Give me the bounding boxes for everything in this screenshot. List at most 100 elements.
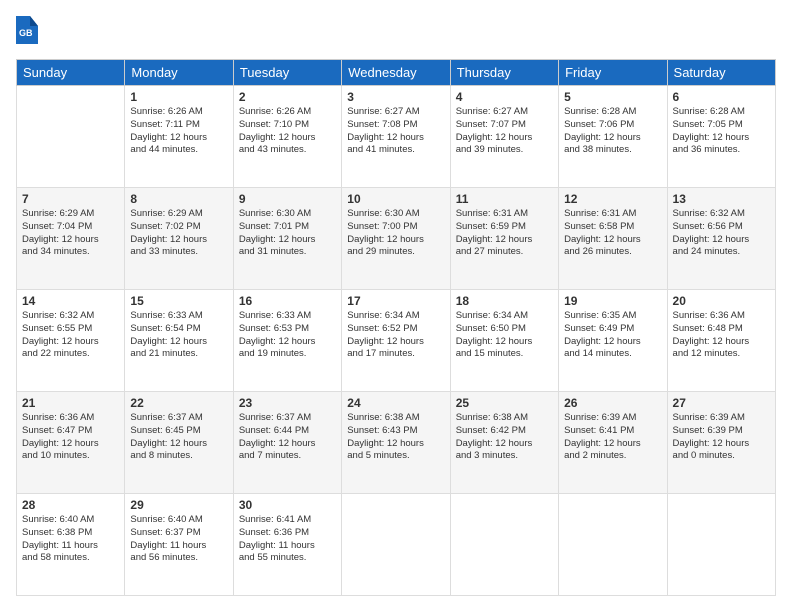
- calendar-week-row: 1Sunrise: 6:26 AM Sunset: 7:11 PM Daylig…: [17, 86, 776, 188]
- day-info: Sunrise: 6:28 AM Sunset: 7:05 PM Dayligh…: [673, 106, 770, 157]
- day-number: 25: [456, 396, 553, 410]
- day-number: 16: [239, 294, 336, 308]
- calendar-header-friday: Friday: [559, 60, 667, 86]
- calendar-cell: 16 Sunrise: 6:33 AM Sunset: 6:53 PM Dayli…: [233, 290, 341, 392]
- calendar-header-thursday: Thursday: [450, 60, 558, 86]
- day-info: Sunrise: 6:26 AM Sunset: 7:10 PM Dayligh…: [239, 106, 336, 157]
- day-number: 19: [564, 294, 661, 308]
- calendar-cell: 8 Sunrise: 6:29 AM Sunset: 7:02 PM Daylig…: [125, 188, 233, 290]
- calendar-header-row: SundayMondayTuesdayWednesdayThursdayFrid…: [17, 60, 776, 86]
- day-number: 5: [564, 90, 661, 104]
- day-info: Sunrise: 6:32 AM Sunset: 6:55 PM Dayligh…: [22, 310, 119, 361]
- calendar-cell: [667, 494, 775, 596]
- day-info: Sunrise: 6:33 AM Sunset: 6:53 PM Dayligh…: [239, 310, 336, 361]
- calendar-cell: 7 Sunrise: 6:29 AM Sunset: 7:04 PM Daylig…: [17, 188, 125, 290]
- day-number: 30: [239, 498, 336, 512]
- day-number: 10: [347, 192, 444, 206]
- day-info: Sunrise: 6:34 AM Sunset: 6:50 PM Dayligh…: [456, 310, 553, 361]
- page: GB SundayMondayTuesdayWednesdayThursdayF…: [0, 0, 792, 612]
- calendar-week-row: 28 Sunrise: 6:40 AM Sunset: 6:38 PM Dayli…: [17, 494, 776, 596]
- day-info: Sunrise: 6:35 AM Sunset: 6:49 PM Dayligh…: [564, 310, 661, 361]
- day-number: 28: [22, 498, 119, 512]
- day-info: Sunrise: 6:37 AM Sunset: 6:45 PM Dayligh…: [130, 412, 227, 463]
- calendar-header-saturday: Saturday: [667, 60, 775, 86]
- calendar-cell: 5Sunrise: 6:28 AM Sunset: 7:06 PM Daylig…: [559, 86, 667, 188]
- calendar-cell: 12 Sunrise: 6:31 AM Sunset: 6:58 PM Dayli…: [559, 188, 667, 290]
- calendar-cell: 23 Sunrise: 6:37 AM Sunset: 6:44 PM Dayli…: [233, 392, 341, 494]
- day-number: 26: [564, 396, 661, 410]
- calendar-cell: 2 Sunrise: 6:26 AM Sunset: 7:10 PM Daylig…: [233, 86, 341, 188]
- day-info: Sunrise: 6:33 AM Sunset: 6:54 PM Dayligh…: [130, 310, 227, 361]
- day-number: 18: [456, 294, 553, 308]
- header: GB: [16, 16, 776, 49]
- calendar-header-sunday: Sunday: [17, 60, 125, 86]
- logo-icon: GB: [16, 16, 38, 44]
- calendar-cell: 28 Sunrise: 6:40 AM Sunset: 6:38 PM Dayli…: [17, 494, 125, 596]
- day-number: 6: [673, 90, 770, 104]
- calendar-cell: 18 Sunrise: 6:34 AM Sunset: 6:50 PM Dayli…: [450, 290, 558, 392]
- day-number: 4: [456, 90, 553, 104]
- logo: GB: [16, 16, 42, 49]
- day-number: 20: [673, 294, 770, 308]
- day-number: 21: [22, 396, 119, 410]
- day-number: 17: [347, 294, 444, 308]
- day-number: 15: [130, 294, 227, 308]
- calendar-cell: [559, 494, 667, 596]
- day-info: Sunrise: 6:40 AM Sunset: 6:38 PM Dayligh…: [22, 514, 119, 565]
- calendar-cell: 29Sunrise: 6:40 AM Sunset: 6:37 PM Dayli…: [125, 494, 233, 596]
- day-info: Sunrise: 6:29 AM Sunset: 7:02 PM Dayligh…: [130, 208, 227, 259]
- calendar-cell: 19 Sunrise: 6:35 AM Sunset: 6:49 PM Dayli…: [559, 290, 667, 392]
- day-number: 8: [130, 192, 227, 206]
- calendar-cell: 15 Sunrise: 6:33 AM Sunset: 6:54 PM Dayli…: [125, 290, 233, 392]
- calendar-cell: 14Sunrise: 6:32 AM Sunset: 6:55 PM Dayli…: [17, 290, 125, 392]
- day-info: Sunrise: 6:39 AM Sunset: 6:39 PM Dayligh…: [673, 412, 770, 463]
- calendar-week-row: 14Sunrise: 6:32 AM Sunset: 6:55 PM Dayli…: [17, 290, 776, 392]
- day-info: Sunrise: 6:38 AM Sunset: 6:42 PM Dayligh…: [456, 412, 553, 463]
- day-number: 22: [130, 396, 227, 410]
- calendar-cell: 21 Sunrise: 6:36 AM Sunset: 6:47 PM Dayli…: [17, 392, 125, 494]
- calendar-cell: 27Sunrise: 6:39 AM Sunset: 6:39 PM Dayli…: [667, 392, 775, 494]
- day-number: 1: [130, 90, 227, 104]
- day-number: 24: [347, 396, 444, 410]
- calendar-cell: 9 Sunrise: 6:30 AM Sunset: 7:01 PM Daylig…: [233, 188, 341, 290]
- day-info: Sunrise: 6:31 AM Sunset: 6:58 PM Dayligh…: [564, 208, 661, 259]
- calendar-cell: 25 Sunrise: 6:38 AM Sunset: 6:42 PM Dayli…: [450, 392, 558, 494]
- day-number: 9: [239, 192, 336, 206]
- calendar-cell: 22 Sunrise: 6:37 AM Sunset: 6:45 PM Dayli…: [125, 392, 233, 494]
- calendar-header-monday: Monday: [125, 60, 233, 86]
- day-info: Sunrise: 6:32 AM Sunset: 6:56 PM Dayligh…: [673, 208, 770, 259]
- day-number: 2: [239, 90, 336, 104]
- day-info: Sunrise: 6:31 AM Sunset: 6:59 PM Dayligh…: [456, 208, 553, 259]
- svg-text:GB: GB: [19, 28, 33, 38]
- calendar-cell: 20 Sunrise: 6:36 AM Sunset: 6:48 PM Dayli…: [667, 290, 775, 392]
- day-info: Sunrise: 6:38 AM Sunset: 6:43 PM Dayligh…: [347, 412, 444, 463]
- day-number: 29: [130, 498, 227, 512]
- day-info: Sunrise: 6:36 AM Sunset: 6:48 PM Dayligh…: [673, 310, 770, 361]
- day-info: Sunrise: 6:36 AM Sunset: 6:47 PM Dayligh…: [22, 412, 119, 463]
- day-number: 7: [22, 192, 119, 206]
- calendar-cell: 17 Sunrise: 6:34 AM Sunset: 6:52 PM Dayli…: [342, 290, 450, 392]
- day-info: Sunrise: 6:30 AM Sunset: 7:01 PM Dayligh…: [239, 208, 336, 259]
- calendar-cell: [450, 494, 558, 596]
- calendar-cell: 10Sunrise: 6:30 AM Sunset: 7:00 PM Dayli…: [342, 188, 450, 290]
- calendar-week-row: 7 Sunrise: 6:29 AM Sunset: 7:04 PM Daylig…: [17, 188, 776, 290]
- calendar-cell: 13 Sunrise: 6:32 AM Sunset: 6:56 PM Dayli…: [667, 188, 775, 290]
- calendar-cell: 1Sunrise: 6:26 AM Sunset: 7:11 PM Daylig…: [125, 86, 233, 188]
- calendar-header-tuesday: Tuesday: [233, 60, 341, 86]
- day-number: 13: [673, 192, 770, 206]
- calendar-cell: 24 Sunrise: 6:38 AM Sunset: 6:43 PM Dayli…: [342, 392, 450, 494]
- day-info: Sunrise: 6:34 AM Sunset: 6:52 PM Dayligh…: [347, 310, 444, 361]
- calendar-cell: 11 Sunrise: 6:31 AM Sunset: 6:59 PM Dayli…: [450, 188, 558, 290]
- day-info: Sunrise: 6:27 AM Sunset: 7:08 PM Dayligh…: [347, 106, 444, 157]
- day-info: Sunrise: 6:29 AM Sunset: 7:04 PM Dayligh…: [22, 208, 119, 259]
- day-number: 12: [564, 192, 661, 206]
- calendar-cell: [342, 494, 450, 596]
- day-info: Sunrise: 6:37 AM Sunset: 6:44 PM Dayligh…: [239, 412, 336, 463]
- calendar-cell: 3 Sunrise: 6:27 AM Sunset: 7:08 PM Daylig…: [342, 86, 450, 188]
- day-number: 11: [456, 192, 553, 206]
- day-number: 23: [239, 396, 336, 410]
- calendar-cell: [17, 86, 125, 188]
- calendar-cell: 30Sunrise: 6:41 AM Sunset: 6:36 PM Dayli…: [233, 494, 341, 596]
- day-number: 3: [347, 90, 444, 104]
- calendar-header-wednesday: Wednesday: [342, 60, 450, 86]
